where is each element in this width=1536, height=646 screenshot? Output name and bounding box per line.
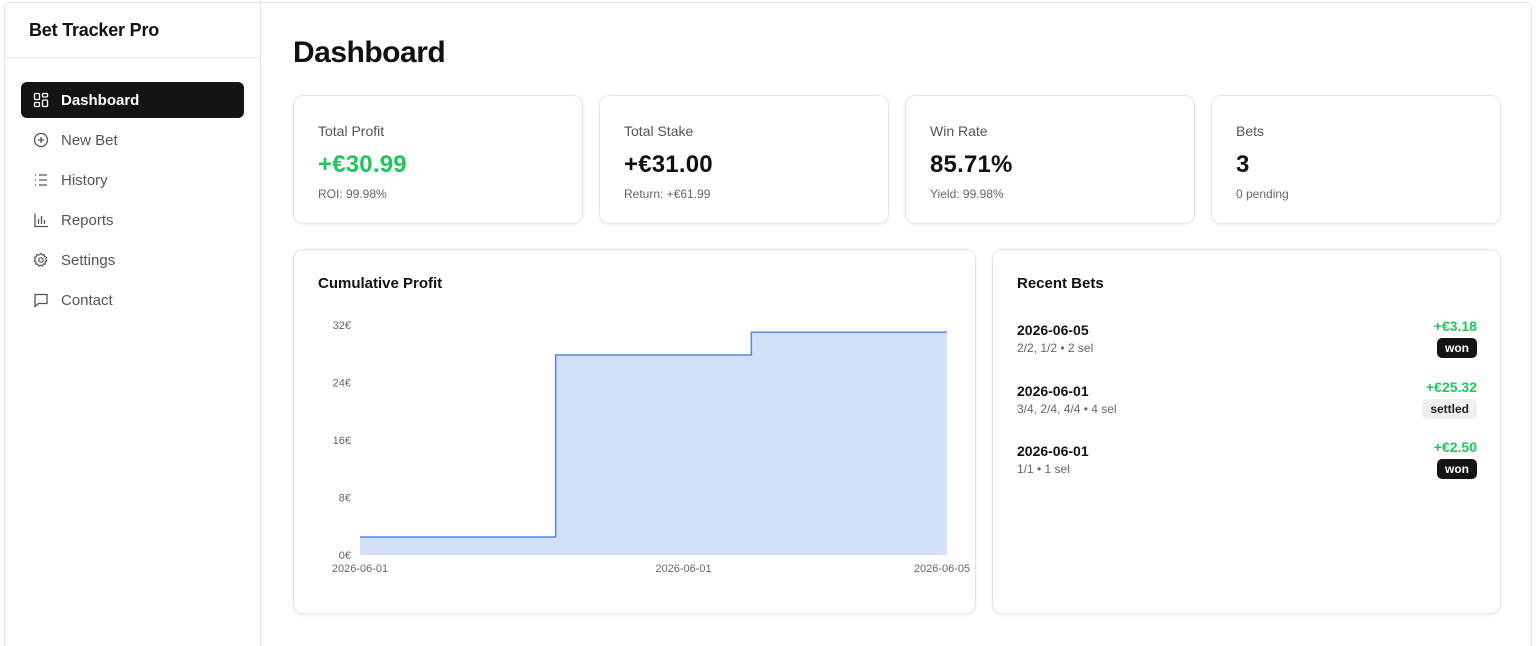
- cumulative-profit-panel: Cumulative Profit 0€ 8€ 16€ 24€ 32€ 2026-06-0…: [293, 249, 976, 614]
- cumulative-profit-chart: 0€ 8€ 16€ 24€ 32€ 2026-06-01 2026-06-01 2026-06…: [332, 320, 970, 575]
- plus-circle-icon: [33, 132, 49, 148]
- stat-label: Bets: [1236, 123, 1265, 139]
- list-item[interactable]: 2026-06-01 1/1 • 1 sel +€2.50 won: [1017, 439, 1477, 479]
- sidebar-nav: Dashboard New Bet History Reports Settin…: [5, 58, 260, 318]
- bet-meta: 3/4, 2/4, 4/4 • 4 sel: [1017, 402, 1117, 416]
- status-badge: won: [1437, 459, 1477, 479]
- list-item[interactable]: 2026-06-05 2/2, 1/2 • 2 sel +€3.18 won: [1017, 318, 1477, 358]
- sidebar-item-label: Contact: [61, 291, 113, 309]
- bet-amount: +€2.50: [1433, 439, 1477, 455]
- sidebar-item-dashboard[interactable]: Dashboard: [21, 82, 244, 118]
- message-icon: [33, 292, 49, 308]
- list-icon: [33, 172, 49, 188]
- stat-card-win-rate: Win Rate 85.71% Yield: 99.98%: [905, 95, 1195, 224]
- sidebar-item-label: New Bet: [61, 131, 118, 149]
- y-tick-label: 16€: [333, 435, 351, 447]
- status-badge: settled: [1422, 399, 1477, 419]
- sidebar-item-label: Dashboard: [61, 91, 140, 109]
- sidebar-item-history[interactable]: History: [21, 162, 244, 198]
- stat-label: Total Stake: [624, 123, 694, 139]
- sidebar-item-new-bet[interactable]: New Bet: [21, 122, 244, 158]
- profit-area: [360, 332, 947, 555]
- bet-date: 2026-06-01: [1017, 383, 1089, 399]
- y-tick-label: 32€: [333, 320, 351, 332]
- bar-chart-icon: [33, 212, 49, 228]
- status-badge: won: [1437, 338, 1477, 358]
- panel-title: Recent Bets: [1017, 275, 1104, 292]
- y-tick-label: 0€: [339, 550, 351, 562]
- sidebar-item-contact[interactable]: Contact: [21, 282, 244, 318]
- stat-value: 3: [1236, 151, 1250, 178]
- stat-sub: 0 pending: [1236, 187, 1289, 201]
- y-tick-label: 8€: [339, 493, 351, 505]
- x-tick-label: 2026-06-05: [914, 563, 970, 575]
- bet-right: +€2.50 won: [1434, 439, 1477, 479]
- list-item[interactable]: 2026-06-01 3/4, 2/4, 4/4 • 4 sel +€25.32…: [1017, 379, 1477, 419]
- stat-card-total-profit: Total Profit +€30.99 ROI: 99.98%: [293, 95, 583, 224]
- bet-amount: +€25.32: [1426, 379, 1477, 395]
- bet-meta: 2/2, 1/2 • 2 sel: [1017, 341, 1094, 355]
- stat-card-bets: Bets 3 0 pending: [1211, 95, 1501, 224]
- bet-meta: 1/1 • 1 sel: [1017, 462, 1070, 476]
- dashboard-icon: [33, 92, 49, 108]
- sidebar: Bet Tracker Pro Dashboard New Bet Histor…: [5, 3, 261, 646]
- stat-value: +€30.99: [318, 151, 407, 178]
- bet-amount: +€3.18: [1433, 318, 1477, 334]
- x-tick-label: 2026-06-01: [655, 563, 711, 575]
- app-window: Bet Tracker Pro Dashboard New Bet Histor…: [4, 2, 1532, 646]
- sidebar-item-reports[interactable]: Reports: [21, 202, 244, 238]
- stat-label: Total Profit: [318, 123, 385, 139]
- stat-sub: Yield: 99.98%: [930, 187, 1004, 201]
- bet-right: +€25.32 settled: [1422, 379, 1477, 419]
- page-title: Dashboard: [293, 36, 446, 69]
- x-tick-label: 2026-06-01: [332, 563, 388, 575]
- stat-sub: ROI: 99.98%: [318, 187, 387, 201]
- sidebar-item-label: History: [61, 171, 108, 189]
- sidebar-item-label: Reports: [61, 211, 114, 229]
- sidebar-item-settings[interactable]: Settings: [21, 242, 244, 278]
- stat-sub: Return: +€61.99: [624, 187, 711, 201]
- y-tick-label: 24€: [333, 378, 351, 390]
- stat-value: 85.71%: [930, 151, 1013, 178]
- stat-value: +€31.00: [624, 151, 713, 178]
- brand-title: Bet Tracker Pro: [5, 3, 260, 58]
- gear-icon: [33, 252, 49, 268]
- recent-bets-panel: Recent Bets 2026-06-05 2/2, 1/2 • 2 sel …: [992, 249, 1501, 614]
- stat-card-total-stake: Total Stake +€31.00 Return: +€61.99: [599, 95, 889, 224]
- sidebar-item-label: Settings: [61, 251, 116, 269]
- stat-label: Win Rate: [930, 123, 988, 139]
- bet-right: +€3.18 won: [1434, 318, 1477, 358]
- bet-date: 2026-06-05: [1017, 322, 1089, 338]
- bet-date: 2026-06-01: [1017, 443, 1089, 459]
